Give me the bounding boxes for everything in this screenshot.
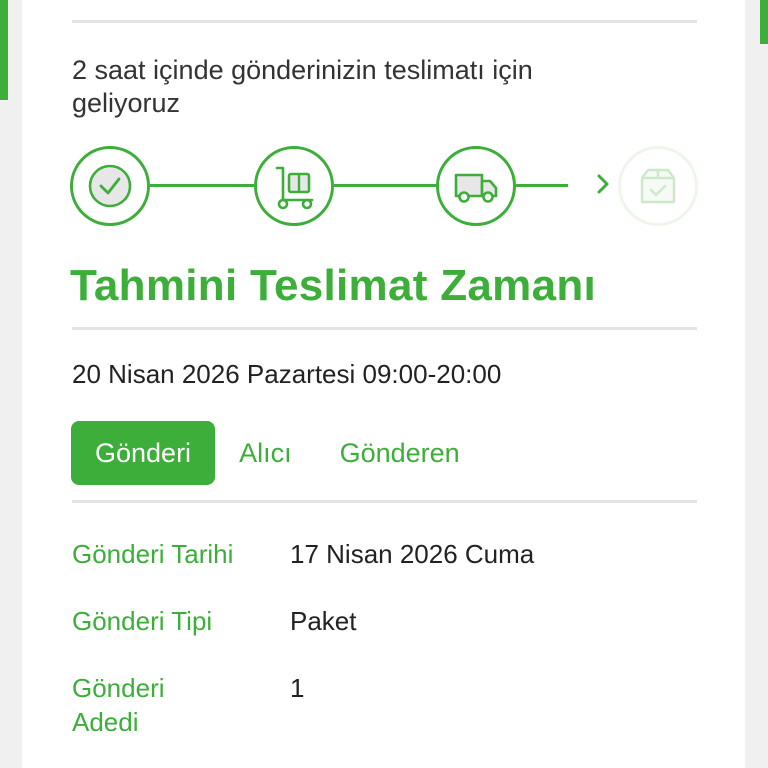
top-divider — [72, 20, 697, 23]
details-tabs: Gönderi Alıcı Gönderen — [71, 421, 484, 485]
shipment-type-label: Gönderi Tipi — [72, 606, 213, 636]
step-connector — [334, 184, 438, 187]
delivery-truck-icon — [454, 173, 498, 203]
shipment-count-value: 1 — [290, 673, 305, 703]
hand-truck-icon — [275, 166, 314, 210]
estimated-delivery-time: 20 Nisan 2026 Pazartesi 09:00-20:00 — [72, 359, 502, 389]
shipment-date-label: Gönderi Tarihi — [72, 539, 234, 569]
step-connector — [150, 184, 254, 187]
chevron-right-icon — [591, 168, 615, 200]
step-prepared — [70, 146, 150, 226]
step-delivered — [618, 146, 698, 226]
tab-shipment[interactable]: Gönderi — [71, 421, 216, 485]
shipment-type-value: Paket — [290, 606, 357, 636]
step-picked-up — [254, 146, 334, 226]
package-check-icon — [640, 168, 676, 204]
tab-recipient[interactable]: Alıcı — [215, 421, 316, 485]
shipment-type-row: Gönderi Tipi Paket — [72, 604, 697, 644]
delivery-progress-tracker — [68, 146, 708, 230]
step-connector — [516, 184, 568, 187]
shipment-count-row: Gönderi Adedi 1 — [72, 671, 697, 747]
shipment-count-label: Gönderi Adedi — [72, 673, 165, 737]
shipment-date-value: 17 Nisan 2026 Cuma — [290, 539, 535, 569]
step-out-for-delivery — [436, 146, 516, 226]
page-edge-accent-left — [0, 0, 8, 100]
tabs-divider — [72, 500, 697, 503]
delivery-status-message: 2 saat içinde gönderinizin teslimatı içi… — [72, 55, 533, 118]
estimated-delivery-title: Tahmini Teslimat Zamanı — [70, 261, 597, 310]
title-divider — [72, 327, 697, 330]
shipment-date-row: Gönderi Tarihi 17 Nisan 2026 Cuma — [72, 537, 697, 577]
tab-sender[interactable]: Gönderen — [316, 421, 484, 485]
page-edge-accent-right — [760, 0, 768, 44]
check-box-icon — [88, 164, 132, 208]
